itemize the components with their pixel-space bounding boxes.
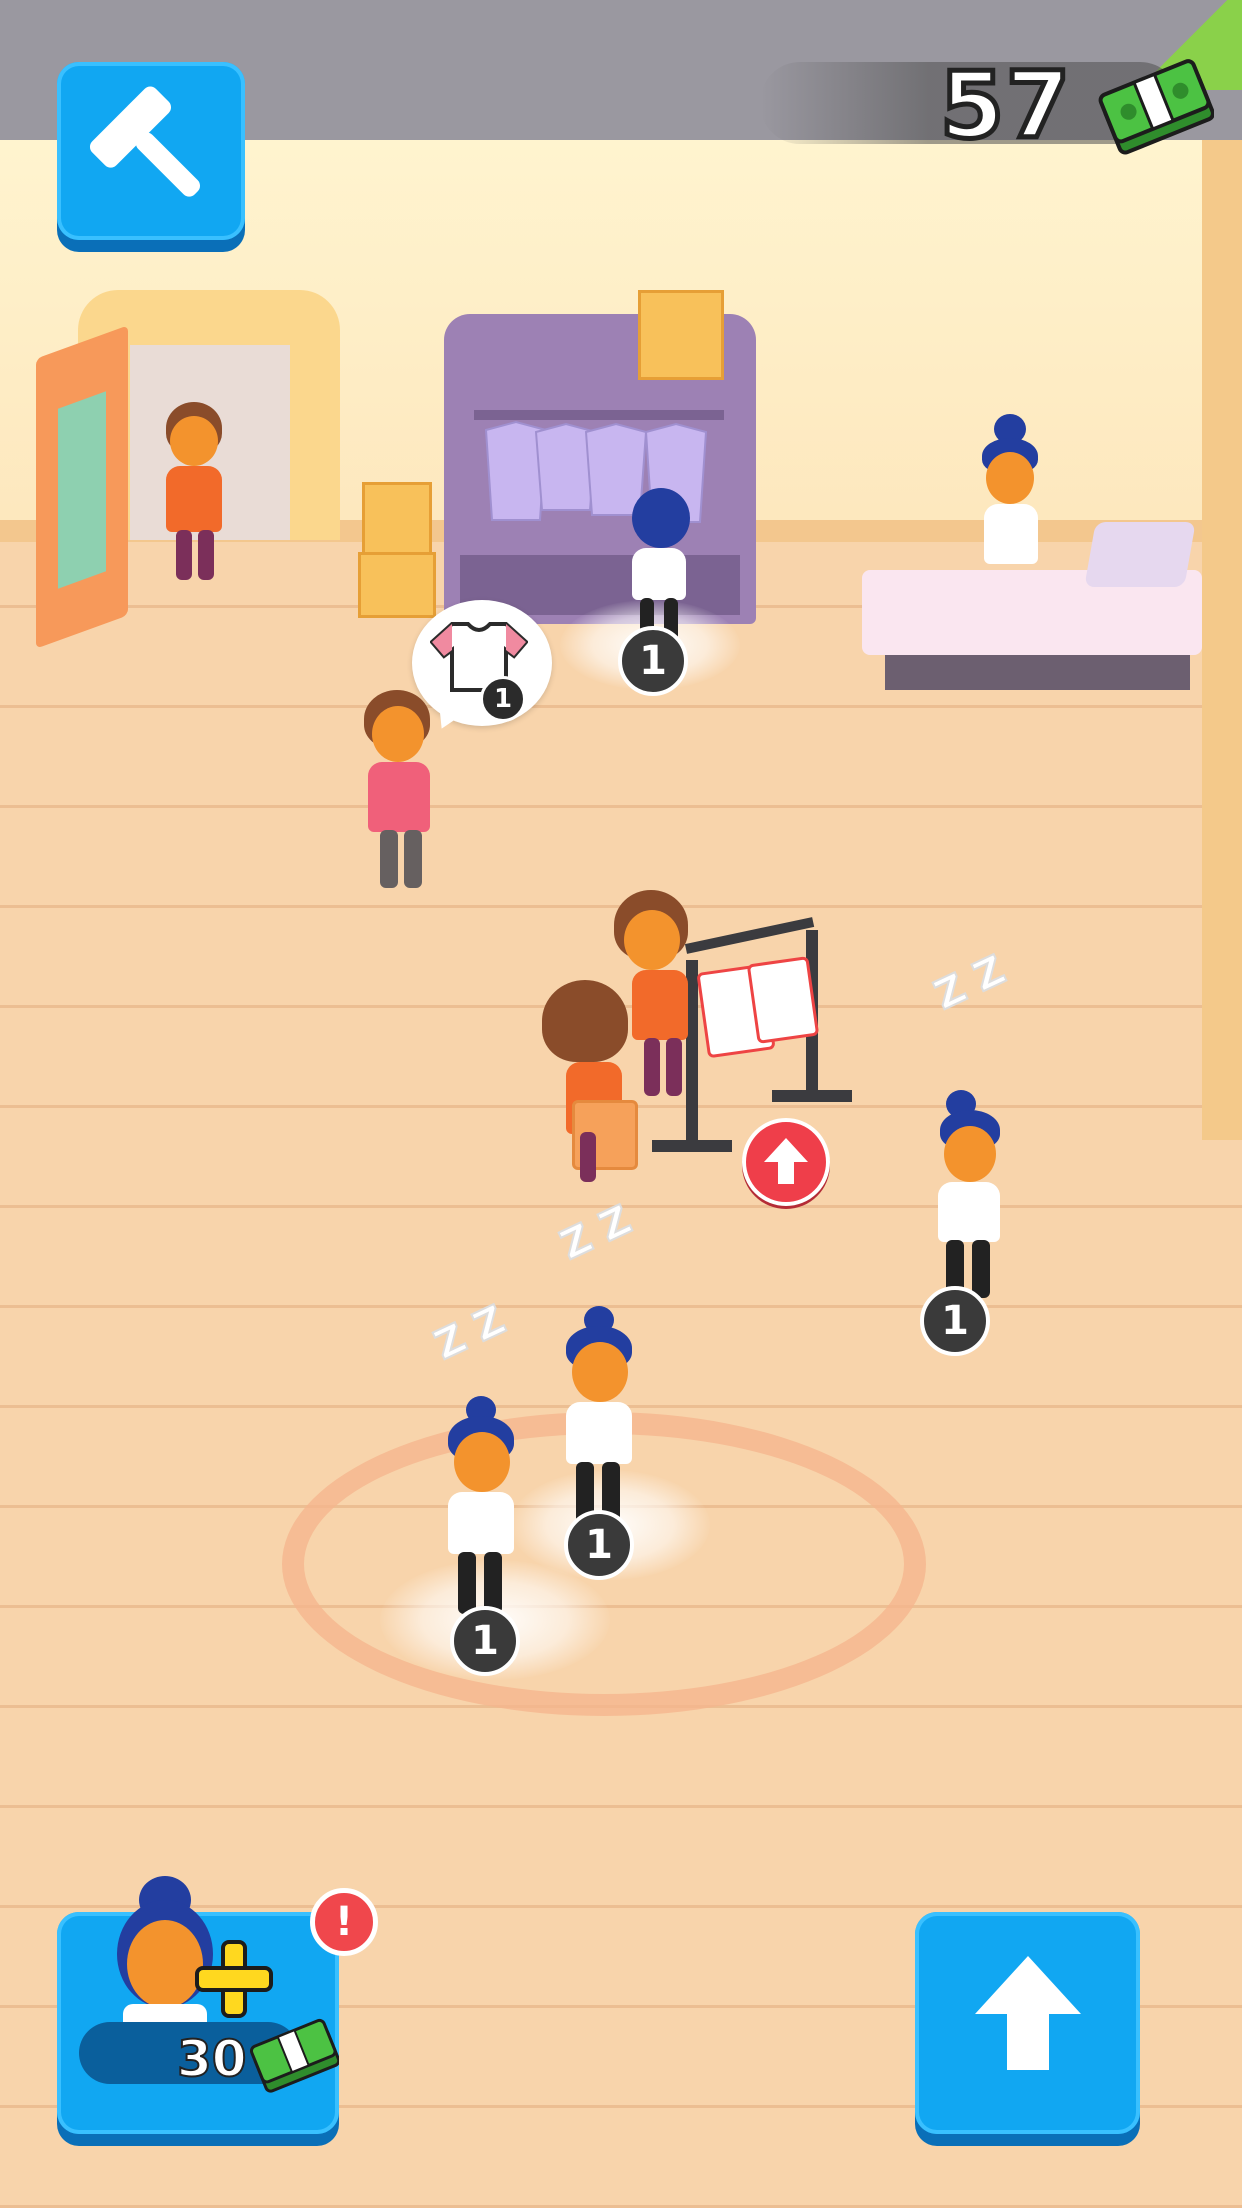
build-button[interactable] [57, 62, 245, 240]
arrow-up-icon [975, 1956, 1081, 2070]
hire-alert-badge: ! [310, 1888, 378, 1956]
hire-price: 30 [176, 2029, 248, 2089]
stock-box [638, 290, 724, 380]
rack-foot [652, 1140, 732, 1152]
door-window [58, 391, 106, 589]
zone-count-badge: 1 [450, 1606, 520, 1676]
counter-base [885, 655, 1190, 690]
hire-employee-icon [117, 1876, 273, 2034]
request-count: 1 [480, 676, 526, 722]
cash-stack-icon [249, 2018, 339, 2093]
arrow-up-icon [764, 1138, 808, 1184]
hire-staff-button[interactable]: 30 [57, 1876, 339, 2134]
right-wall [1202, 140, 1242, 1140]
rack-upgrade-marker[interactable] [742, 1118, 830, 1206]
zone-count-badge: 1 [618, 626, 688, 696]
zone-count-badge: 1 [920, 1286, 990, 1356]
rack-garment [746, 956, 820, 1044]
upgrade-button[interactable] [915, 1912, 1140, 2134]
cash-register [1084, 522, 1196, 587]
money-amount: 57 [937, 50, 1072, 162]
stock-box [362, 482, 432, 558]
rack-foot [772, 1090, 852, 1102]
zone-count-badge: 1 [564, 1510, 634, 1580]
hammer-icon [89, 86, 201, 197]
stock-box [358, 552, 436, 618]
cash-stack-icon [1098, 59, 1214, 155]
